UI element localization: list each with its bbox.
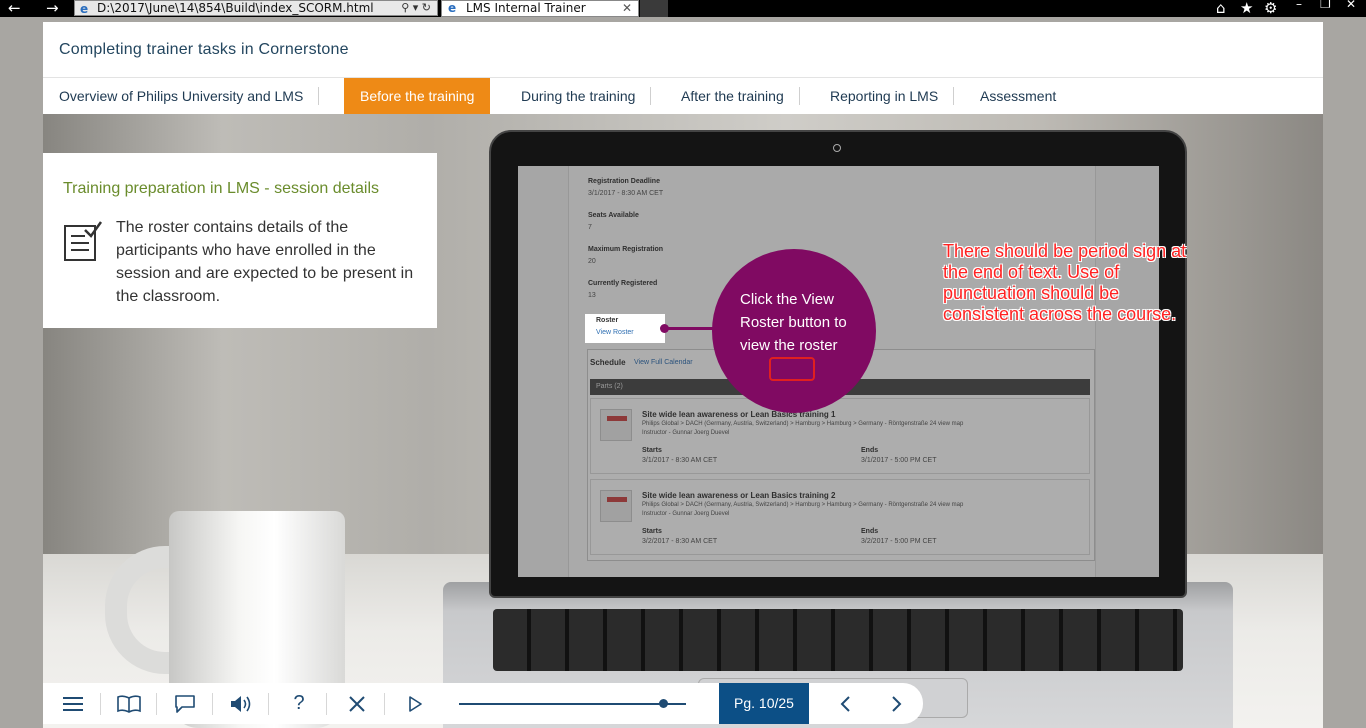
glossary-book-icon[interactable]: [101, 683, 157, 724]
ie-logo-icon: e: [80, 2, 89, 16]
tab-overview[interactable]: Overview of Philips University and LMS: [43, 78, 320, 114]
close-icon[interactable]: [329, 683, 385, 724]
tab-assessment[interactable]: Assessment: [964, 78, 1072, 114]
back-arrow-icon[interactable]: ←: [8, 0, 21, 17]
player-toolbar: ? Pg. 10/25: [43, 683, 923, 724]
restore-icon[interactable]: ❐: [1320, 0, 1331, 11]
next-icon[interactable]: [869, 683, 925, 724]
favorites-star-icon[interactable]: ★: [1240, 0, 1253, 17]
info-body-text: The roster contains details of the parti…: [116, 219, 414, 305]
review-highlight-box: [769, 357, 815, 381]
settings-gear-icon[interactable]: ⚙: [1264, 0, 1277, 17]
tab-reporting[interactable]: Reporting in LMS: [814, 78, 955, 114]
search-refresh-icon[interactable]: ⚲ ▾ ↻: [401, 1, 431, 15]
info-heading: Training preparation in LMS - session de…: [63, 180, 380, 197]
laptop-keyboard: [493, 609, 1183, 671]
audio-icon[interactable]: [213, 683, 269, 724]
forward-arrow-icon[interactable]: →: [46, 0, 59, 17]
progress-bar[interactable]: [459, 703, 686, 705]
callout-connector: [660, 324, 716, 333]
browser-tab[interactable]: e LMS Internal Trainer ✕: [441, 0, 639, 17]
comment-icon[interactable]: [157, 683, 213, 724]
previous-icon[interactable]: [817, 683, 873, 724]
lms-screenshot: Registration Deadline 3/1/2017 - 8:30 AM…: [518, 166, 1159, 577]
help-icon[interactable]: ?: [271, 683, 327, 724]
callout-text: Click the View Roster button to view the…: [740, 291, 847, 354]
review-comment: There should be period sign at the end o…: [943, 241, 1187, 324]
tab-during-training[interactable]: During the training: [505, 78, 652, 114]
tab-close-icon[interactable]: ✕: [622, 1, 632, 16]
address-bar[interactable]: e D:\2017\June\14\854\Build\index_SCORM.…: [74, 0, 438, 16]
course-header: Completing trainer tasks in Cornerstone: [43, 22, 1323, 77]
browser-chrome: ← → e D:\2017\June\14\854\Build\index_SC…: [0, 0, 1366, 17]
tab-before-training[interactable]: Before the training: [344, 78, 491, 114]
slide-scene: Registration Deadline 3/1/2017 - 8:30 AM…: [43, 114, 1323, 728]
course-player: Completing trainer tasks in Cornerstone …: [43, 17, 1323, 728]
tab-after-training[interactable]: After the training: [665, 78, 800, 114]
webcam-icon: [833, 144, 841, 152]
checklist-icon: [64, 221, 103, 261]
new-tab-area[interactable]: [640, 0, 668, 17]
laptop-screen-frame: Registration Deadline 3/1/2017 - 8:30 AM…: [489, 130, 1187, 598]
window-close-icon[interactable]: ✕: [1346, 0, 1356, 11]
play-icon[interactable]: [387, 683, 443, 724]
progress-handle[interactable]: [659, 699, 668, 708]
roster-highlight: Roster View Roster: [585, 314, 665, 343]
home-icon[interactable]: ⌂: [1216, 0, 1226, 17]
info-panel: Training preparation in LMS - session de…: [43, 153, 437, 328]
ie-logo-icon: e: [448, 1, 457, 15]
menu-icon[interactable]: [45, 683, 101, 724]
topic-nav: Overview of Philips University and LMS B…: [43, 77, 1323, 114]
page-indicator: Pg. 10/25: [719, 683, 809, 724]
minimize-icon[interactable]: –: [1296, 0, 1302, 11]
roster-label: Roster: [596, 317, 619, 324]
course-title: Completing trainer tasks in Cornerstone: [59, 41, 349, 58]
instruction-callout: Click the View Roster button to view the…: [712, 249, 876, 413]
address-text: D:\2017\June\14\854\Build\index_SCORM.ht…: [97, 1, 374, 15]
view-roster-link[interactable]: View Roster: [596, 329, 634, 336]
tab-title: LMS Internal Trainer: [466, 1, 586, 15]
